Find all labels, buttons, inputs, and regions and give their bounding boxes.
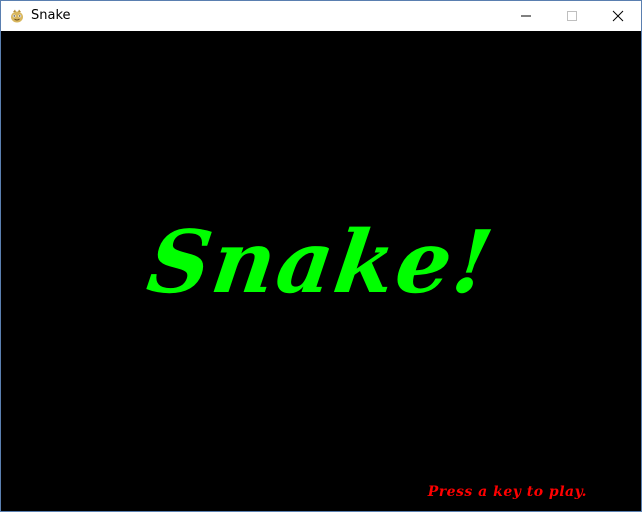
- game-window: Snake Snake! Press a key to play.: [0, 0, 642, 512]
- title-bar[interactable]: Snake: [1, 1, 641, 31]
- close-button[interactable]: [595, 1, 641, 31]
- close-icon: [612, 10, 624, 22]
- minimize-icon: [521, 15, 531, 17]
- game-canvas[interactable]: Snake! Press a key to play.: [1, 31, 641, 511]
- window-title: Snake: [31, 8, 71, 23]
- app-icon: [11, 9, 23, 23]
- game-title: Snake!: [141, 212, 501, 313]
- minimize-button[interactable]: [503, 1, 549, 31]
- maximize-icon: [567, 11, 577, 21]
- window-controls: [503, 1, 641, 31]
- maximize-button[interactable]: [549, 1, 595, 31]
- start-prompt: Press a key to play.: [427, 484, 587, 500]
